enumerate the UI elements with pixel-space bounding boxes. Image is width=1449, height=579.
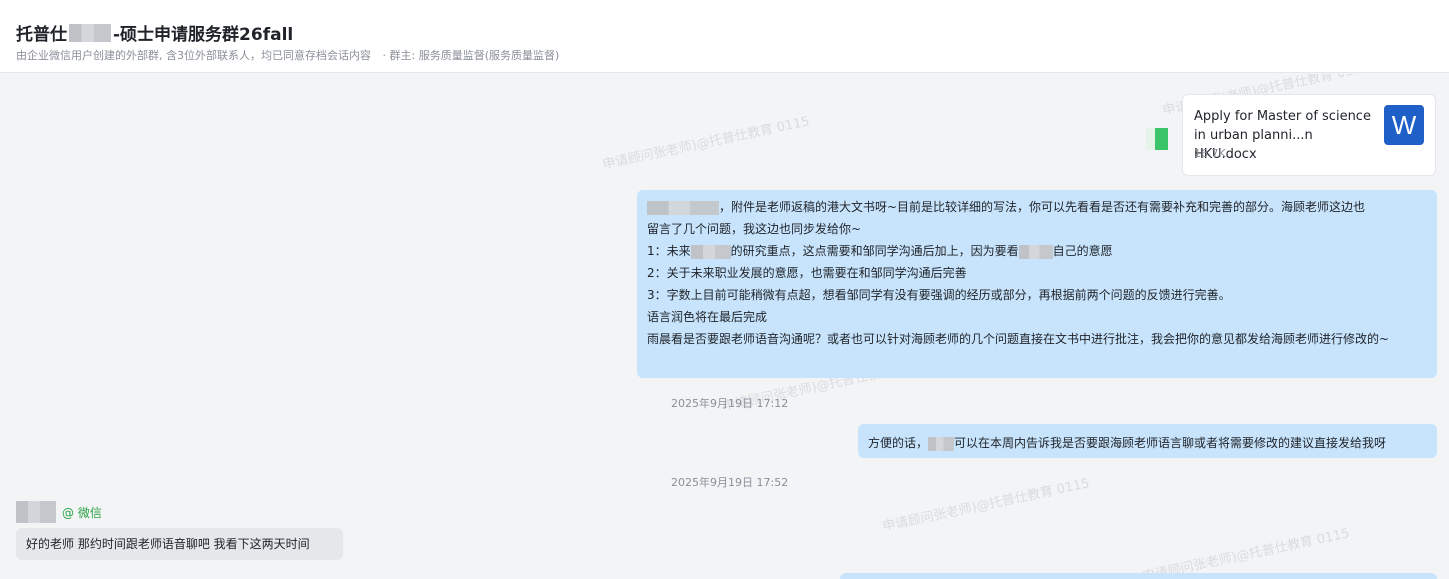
- message-timestamp: 2025年9月19日 17:52: [671, 476, 789, 489]
- redacted-name: [928, 436, 955, 451]
- message-line: 2：关于未来职业发展的意愿，也需要在和邹同学沟通后完善: [647, 266, 967, 280]
- group-title-suffix: -硕士申请服务群26fall: [113, 25, 294, 45]
- redacted-text: [690, 244, 731, 259]
- watermark: 申请顾问张老师)@托普仕教育 0115: [1141, 526, 1351, 579]
- sender-info: @ 微信: [16, 501, 102, 523]
- group-owner: · 群主: 服务质量监督(服务质量监督): [382, 49, 560, 62]
- redacted-name: [69, 23, 111, 42]
- watermark: 申请顾问张老师)@托普仕教育 0115: [881, 476, 1091, 535]
- group-subtitle: 由企业微信用户创建的外部群, 含3位外部联系人，均已同意存档会话内容 · 群主:…: [16, 47, 563, 63]
- redacted-name: [647, 200, 719, 215]
- word-icon: W: [1384, 105, 1424, 145]
- group-title-prefix: 托普仕: [16, 25, 67, 45]
- message-timestamp: 2025年9月19日 17:12: [671, 397, 789, 410]
- outgoing-message[interactable]: ，附件是老师返稿的港大文书呀~目前是比较详细的写法，你可以先看看是否还有需要补充…: [637, 190, 1437, 378]
- message-line: 雨晨看是否要跟老师语音沟通呢？或者也可以针对海顾老师的几个问题直接在文书中进行批…: [647, 332, 1390, 346]
- file-message[interactable]: Apply for Master of science in urban pla…: [1182, 94, 1436, 176]
- incoming-message[interactable]: 好的老师 那约时间跟老师语音聊吧 我看下这两天时间: [16, 528, 343, 560]
- message-line: 语言润色将在最后完成: [647, 310, 768, 324]
- message-list[interactable]: 申请顾问张老师)@托普仕教育 0115 申请顾问张老师)@托普仕教育 0115 …: [0, 74, 1449, 579]
- group-title: 托普仕 -硕士申请服务群26fall: [16, 20, 293, 45]
- outgoing-message-partial[interactable]: [840, 573, 1437, 579]
- avatar[interactable]: [16, 501, 56, 523]
- redacted-name: [1018, 244, 1053, 259]
- file-size: 16.7K: [1194, 147, 1226, 160]
- group-description: 由企业微信用户创建的外部群, 含3位外部联系人，均已同意存档会话内容: [16, 49, 371, 62]
- message-line: 3：字数上目前可能稍微有点超，想看邹同学有没有要强调的经历或部分，再根据前两个问…: [647, 288, 1231, 302]
- chat-header: 托普仕 -硕士申请服务群26fall 由企业微信用户创建的外部群, 含3位外部联…: [0, 0, 1449, 73]
- message-line: ，附件是老师返稿的港大文书呀~目前是比较详细的写法，你可以先看看是否还有需要补充…: [647, 196, 1427, 218]
- message-line: 1：未来 的研究重点，这点需要和邹同学沟通后加上，因为要看 自己的意愿: [647, 244, 1113, 259]
- sent-status-indicator: [1146, 128, 1168, 150]
- watermark: 申请顾问张老师)@托普仕教育 0115: [601, 114, 811, 173]
- sender-source: @ 微信: [62, 505, 102, 520]
- outgoing-message[interactable]: 方便的话， 可以在本周内告诉我是否要跟海顾老师语言聊或者将需要修改的建议直接发给我…: [858, 424, 1437, 458]
- message-line: 留言了几个问题，我这边也同步发给你~: [647, 222, 862, 236]
